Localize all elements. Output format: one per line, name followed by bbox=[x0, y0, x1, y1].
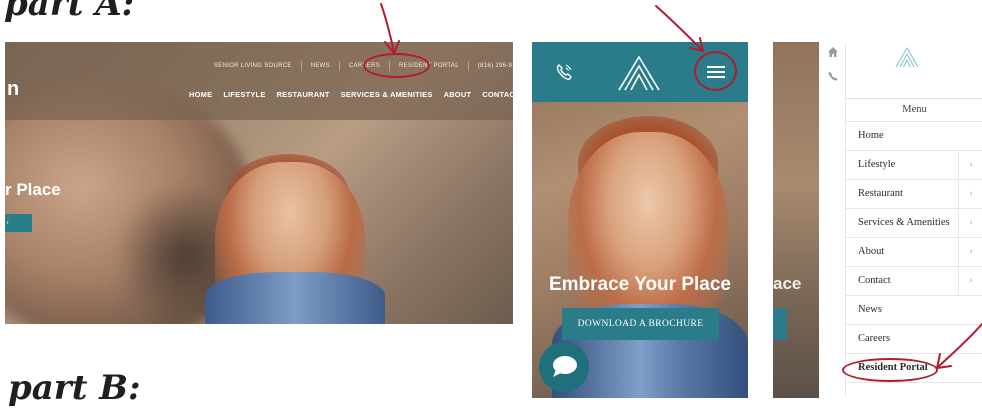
menu-item-restaurant[interactable]: Restaurant › bbox=[846, 180, 982, 209]
nav-link-about[interactable]: ABOUT bbox=[444, 90, 472, 99]
chevron-right-icon[interactable]: › bbox=[958, 180, 982, 208]
mobile-menu-drawer-screenshot: ace Menu Home Lifestyle › Restaurant › Ser… bbox=[773, 42, 982, 398]
chevron-right-icon[interactable]: › bbox=[958, 151, 982, 179]
nav-link-home[interactable]: HOME bbox=[189, 90, 212, 99]
download-brochure-button[interactable]: DOWNLOAD A BROCHURE bbox=[562, 308, 719, 340]
chat-bubble-icon bbox=[553, 356, 577, 377]
drawer-cta-fragment bbox=[773, 308, 787, 340]
logo-mark-icon[interactable] bbox=[616, 54, 662, 92]
utility-link-senior-living-source[interactable]: SENIOR LIVING SOURCE bbox=[205, 61, 302, 71]
menu-item-label: Services & Amenities bbox=[858, 217, 950, 228]
desktop-utility-nav: SENIOR LIVING SOURCE NEWS CAREERS RESIDE… bbox=[205, 61, 513, 71]
mobile-hero-woman bbox=[568, 132, 728, 332]
utility-link-news[interactable]: NEWS bbox=[302, 61, 340, 71]
desktop-logo-fragment: n bbox=[7, 78, 20, 100]
menu-item-contact[interactable]: Contact › bbox=[846, 267, 982, 296]
phone-icon[interactable] bbox=[554, 62, 574, 82]
mobile-hero-title: Embrace Your Place bbox=[548, 274, 731, 295]
drawer-hero-title-fragment: ace bbox=[773, 274, 802, 293]
menu-item-label: News bbox=[858, 304, 882, 315]
logo-mark-icon[interactable] bbox=[894, 46, 920, 68]
chevron-right-icon[interactable]: › bbox=[958, 238, 982, 266]
nav-link-restaurant[interactable]: RESTAURANT bbox=[277, 90, 330, 99]
drawer-background-photo: ace bbox=[773, 42, 819, 398]
desktop-main-nav: HOME LIFESTYLE RESTAURANT SERVICES & AME… bbox=[189, 90, 513, 99]
part-a-label: part A: bbox=[4, 0, 135, 24]
menu-item-news[interactable]: News bbox=[846, 296, 982, 325]
chevron-right-icon[interactable]: › bbox=[958, 267, 982, 295]
menu-item-lifestyle[interactable]: Lifestyle › bbox=[846, 151, 982, 180]
menu-item-label: Careers bbox=[858, 333, 891, 344]
home-icon[interactable] bbox=[827, 46, 839, 58]
phone-icon[interactable] bbox=[827, 70, 839, 82]
menu-item-services-amenities[interactable]: Services & Amenities › bbox=[846, 209, 982, 238]
desktop-hero-title-fragment: r Place bbox=[5, 180, 61, 199]
desktop-cta-button-fragment[interactable]: r bbox=[5, 214, 32, 232]
utility-link-phone[interactable]: (816) 296-9167 bbox=[469, 61, 513, 71]
menu-item-label: Lifestyle bbox=[858, 159, 896, 170]
mobile-site-screenshot: Embrace Your Place DOWNLOAD A BROCHURE bbox=[532, 42, 748, 398]
annotated-screenshot: part A: part B: n SENIOR LIVING SOURCE N… bbox=[0, 0, 982, 412]
menu-item-label: Restaurant bbox=[858, 188, 903, 199]
highlight-oval-resident-portal-menu-item bbox=[842, 358, 938, 382]
menu-item-label: Home bbox=[858, 130, 884, 141]
nav-link-contact[interactable]: CONTACT bbox=[482, 90, 513, 99]
desktop-site-screenshot: n SENIOR LIVING SOURCE NEWS CAREERS RESI… bbox=[5, 42, 513, 324]
drawer-side-icons bbox=[819, 42, 845, 398]
desktop-header-bar bbox=[5, 42, 513, 120]
menu-item-label: About bbox=[858, 246, 885, 257]
hero-photo-shirt bbox=[205, 272, 385, 324]
chevron-right-icon[interactable]: › bbox=[958, 209, 982, 237]
menu-item-about[interactable]: About › bbox=[846, 238, 982, 267]
menu-item-careers[interactable]: Careers bbox=[846, 325, 982, 354]
menu-list: Home Lifestyle › Restaurant › Services & A… bbox=[846, 122, 982, 383]
nav-link-services-amenities[interactable]: SERVICES & AMENITIES bbox=[341, 90, 433, 99]
chat-button[interactable] bbox=[539, 342, 589, 392]
nav-link-lifestyle[interactable]: LIFESTYLE bbox=[223, 90, 265, 99]
menu-item-home[interactable]: Home bbox=[846, 122, 982, 151]
menu-heading: Menu bbox=[846, 98, 982, 122]
menu-item-label: Contact bbox=[858, 275, 891, 286]
highlight-oval-resident-portal bbox=[363, 53, 430, 78]
part-b-label: part B: bbox=[8, 368, 141, 408]
highlight-oval-menu-button bbox=[694, 51, 737, 91]
menu-pane: Menu Home Lifestyle › Restaurant › Service… bbox=[845, 42, 982, 398]
